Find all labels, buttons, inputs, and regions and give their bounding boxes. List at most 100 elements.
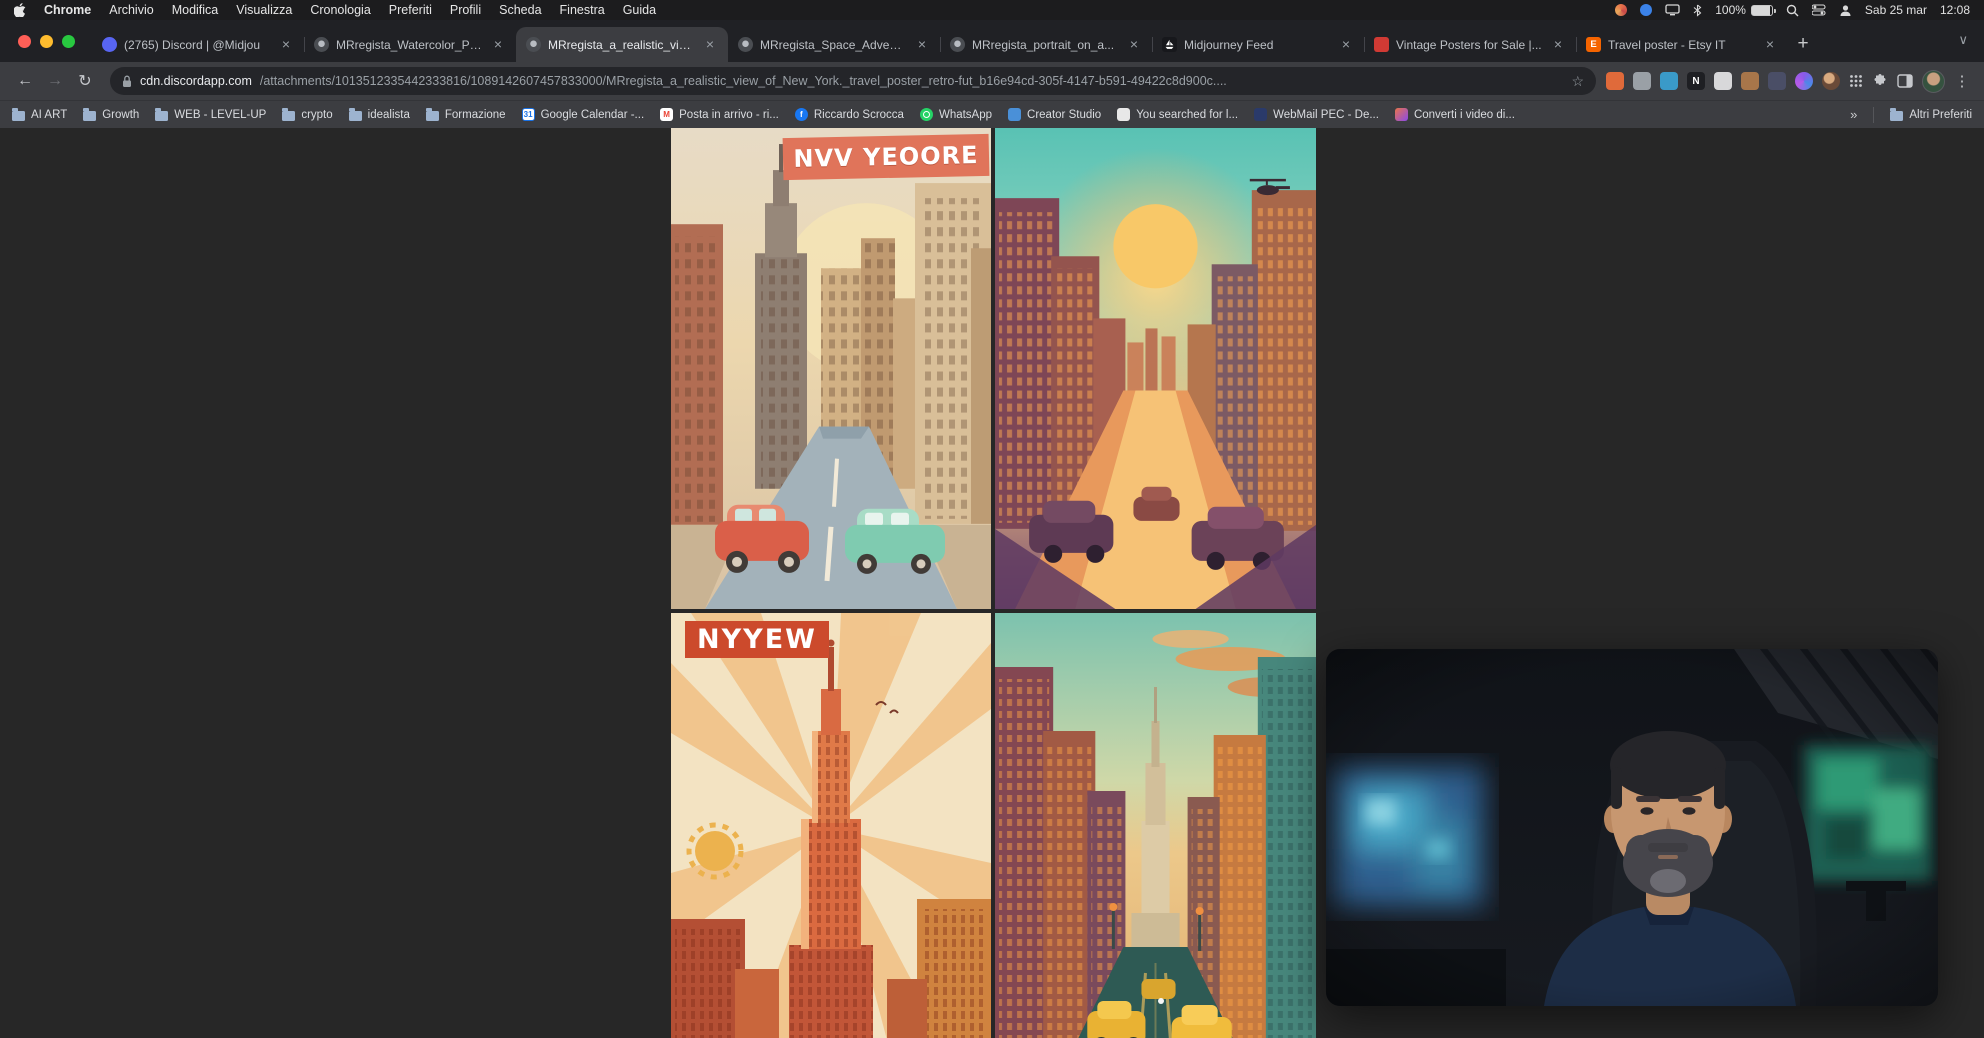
bookmark-folder-idealista[interactable]: idealista (349, 109, 410, 121)
extension-icon-notion[interactable]: N (1687, 72, 1705, 90)
extension-icon-5[interactable] (1714, 72, 1732, 90)
bookmark-folder-ai-art[interactable]: AI ART (12, 109, 67, 121)
menu-scheda[interactable]: Scheda (499, 3, 541, 17)
menu-chrome[interactable]: Chrome (44, 3, 91, 17)
control-center-icon[interactable] (1812, 4, 1826, 16)
tab-close-icon[interactable]: × (1338, 37, 1354, 53)
spotlight-search-icon[interactable] (1786, 4, 1799, 17)
extension-icon-2[interactable] (1633, 72, 1651, 90)
menu-archivio[interactable]: Archivio (109, 3, 153, 17)
bookmark-video-converter[interactable]: Converti i video di... (1395, 108, 1515, 121)
tab-watercolor[interactable]: MRregista_Watercolor_Pa... × (304, 27, 516, 62)
bookmark-whatsapp[interactable]: WhatsApp (920, 108, 992, 121)
gmail-icon: M (660, 108, 673, 121)
tab-close-icon[interactable]: × (914, 37, 930, 53)
folder-icon (12, 111, 25, 121)
tab-close-icon[interactable]: × (278, 37, 294, 53)
tab-search-chevron-icon[interactable]: ∨ (1958, 32, 1968, 48)
chrome-menu-icon[interactable]: ⋮ (1954, 72, 1970, 90)
new-tab-button[interactable]: + (1788, 28, 1818, 60)
bookmarks-overflow-icon[interactable]: » (1850, 107, 1857, 122)
whatsapp-icon (920, 108, 933, 121)
back-button[interactable]: ← (10, 72, 40, 90)
menubar-time[interactable]: 12:08 (1940, 3, 1970, 17)
bookmark-gmail-inbox[interactable]: M Posta in arrivo - ri... (660, 108, 779, 121)
zoom-window-button[interactable] (62, 35, 75, 48)
extension-avatar-icon[interactable] (1822, 72, 1840, 90)
forward-button[interactable]: → (40, 72, 70, 90)
status-app-icon[interactable] (1615, 4, 1627, 16)
url-path: /attachments/1013512335442333816/1089142… (260, 74, 1564, 88)
bookmark-folder-growth[interactable]: Growth (83, 109, 139, 121)
status-blue-app-icon[interactable] (1640, 4, 1652, 16)
menu-modifica[interactable]: Modifica (172, 3, 219, 17)
bookmark-star-icon[interactable]: ☆ (1571, 73, 1584, 90)
tab-midjourney-feed[interactable]: Midjourney Feed × (1152, 27, 1364, 62)
tab-discord[interactable]: (2765) Discord | @Midjou × (92, 27, 304, 62)
bookmark-label: Posta in arrivo - ri... (679, 109, 779, 121)
menu-preferiti[interactable]: Preferiti (389, 3, 432, 17)
menu-profili[interactable]: Profili (450, 3, 481, 17)
etsy-favicon: E (1586, 37, 1601, 52)
bookmark-label: Altri Preferiti (1909, 109, 1972, 121)
tab-close-icon[interactable]: × (1550, 37, 1566, 53)
tab-realistic-view-active[interactable]: MRregista_a_realistic_vie... × (516, 27, 728, 62)
minimize-window-button[interactable] (40, 35, 53, 48)
extension-icon-1[interactable] (1606, 72, 1624, 90)
tab-portrait[interactable]: MRregista_portrait_on_a... × (940, 27, 1152, 62)
bookmark-google-calendar[interactable]: 31Google Calendar -... (522, 108, 645, 121)
bookmark-folder-crypto[interactable]: crypto (282, 109, 332, 121)
tab-close-icon[interactable]: × (1126, 37, 1142, 53)
converter-icon (1395, 108, 1408, 121)
image-favicon (526, 37, 541, 52)
extension-icon-3[interactable] (1660, 72, 1678, 90)
bookmark-facebook-profile[interactable]: fRiccardo Scrocca (795, 108, 904, 121)
menu-finestra[interactable]: Finestra (560, 3, 605, 17)
extension-icon-6[interactable] (1741, 72, 1759, 90)
tab-vintage-posters[interactable]: Vintage Posters for Sale |... × (1364, 27, 1576, 62)
battery-icon (1751, 5, 1773, 16)
mouse-cursor-dot (1158, 998, 1164, 1004)
profile-avatar[interactable] (1922, 70, 1945, 93)
bookmark-folder-web-level-up[interactable]: WEB - LEVEL-UP (155, 109, 266, 121)
tab-space-adventure[interactable]: MRregista_Space_Advent... × (728, 27, 940, 62)
tab-close-icon[interactable]: × (490, 37, 506, 53)
bookmark-creator-studio[interactable]: Creator Studio (1008, 108, 1101, 121)
extension-icon-8[interactable] (1795, 72, 1813, 90)
document-icon (1117, 108, 1130, 121)
bookmark-webmail-pec[interactable]: WebMail PEC - De... (1254, 108, 1379, 121)
bookmark-folder-formazione[interactable]: Formazione (426, 109, 506, 121)
macos-menu-bar: Chrome Archivio Modifica Visualizza Cron… (0, 0, 1984, 20)
bookmark-label: idealista (368, 109, 410, 121)
menu-cronologia[interactable]: Cronologia (310, 3, 370, 17)
reload-button[interactable]: ↻ (70, 71, 100, 91)
bookmark-label: Creator Studio (1027, 109, 1101, 121)
bookmark-label: crypto (301, 109, 332, 121)
menu-guida[interactable]: Guida (623, 3, 656, 17)
apple-logo-icon[interactable] (14, 3, 26, 17)
bookmark-search-result[interactable]: You searched for l... (1117, 108, 1238, 121)
bookmark-label: Google Calendar -... (541, 109, 645, 121)
side-panel-icon[interactable] (1897, 74, 1913, 88)
menu-visualizza[interactable]: Visualizza (236, 3, 292, 17)
extension-icon-7[interactable] (1768, 72, 1786, 90)
folder-icon (426, 111, 439, 121)
url-address-bar[interactable]: cdn.discordapp.com/attachments/101351233… (110, 67, 1596, 95)
close-window-button[interactable] (18, 35, 31, 48)
bookmark-label: Growth (102, 109, 139, 121)
image-favicon (738, 37, 753, 52)
chrome-tab-strip: (2765) Discord | @Midjou × MRregista_Wat… (0, 20, 1984, 62)
menubar-date[interactable]: Sab 25 mar (1865, 3, 1927, 17)
tab-close-icon[interactable]: × (1762, 37, 1778, 53)
display-icon[interactable] (1665, 4, 1680, 16)
lock-icon[interactable] (122, 75, 132, 88)
other-bookmarks-folder[interactable]: Altri Preferiti (1890, 109, 1972, 121)
user-account-icon[interactable] (1839, 4, 1852, 17)
apps-grid-icon[interactable] (1849, 74, 1863, 88)
bookmark-label: WEB - LEVEL-UP (174, 109, 266, 121)
bluetooth-icon[interactable] (1693, 4, 1702, 17)
tab-close-icon[interactable]: × (702, 37, 718, 53)
battery-indicator[interactable]: 100% (1715, 3, 1773, 17)
extensions-puzzle-icon[interactable] (1872, 73, 1888, 89)
tab-etsy[interactable]: E Travel poster - Etsy IT × (1576, 27, 1788, 62)
